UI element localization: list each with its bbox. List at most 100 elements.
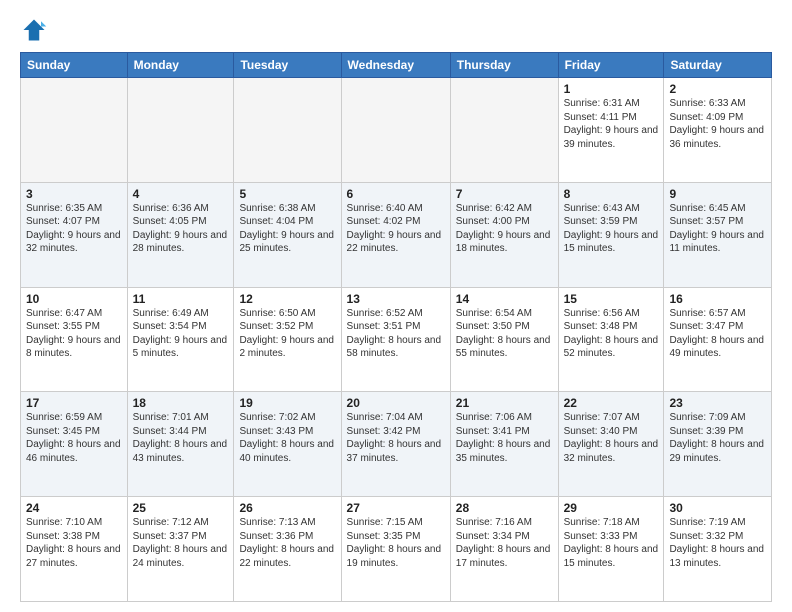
day-number: 28 <box>456 501 553 515</box>
day-detail: Sunrise: 7:07 AM Sunset: 3:40 PM Dayligh… <box>564 411 659 465</box>
day-number: 9 <box>669 187 766 201</box>
calendar-cell: 20Sunrise: 7:04 AM Sunset: 3:42 PM Dayli… <box>341 392 450 497</box>
day-number: 3 <box>26 187 122 201</box>
day-detail: Sunrise: 6:36 AM Sunset: 4:05 PM Dayligh… <box>133 202 229 256</box>
day-number: 6 <box>347 187 445 201</box>
day-detail: Sunrise: 7:19 AM Sunset: 3:32 PM Dayligh… <box>669 516 766 570</box>
calendar-cell: 19Sunrise: 7:02 AM Sunset: 3:43 PM Dayli… <box>234 392 341 497</box>
day-detail: Sunrise: 6:56 AM Sunset: 3:48 PM Dayligh… <box>564 307 659 361</box>
day-number: 14 <box>456 292 553 306</box>
day-number: 15 <box>564 292 659 306</box>
calendar-cell: 4Sunrise: 6:36 AM Sunset: 4:05 PM Daylig… <box>127 182 234 287</box>
day-detail: Sunrise: 7:18 AM Sunset: 3:33 PM Dayligh… <box>564 516 659 570</box>
logo <box>20 16 52 44</box>
day-number: 26 <box>239 501 335 515</box>
day-number: 18 <box>133 396 229 410</box>
day-detail: Sunrise: 7:06 AM Sunset: 3:41 PM Dayligh… <box>456 411 553 465</box>
day-number: 20 <box>347 396 445 410</box>
calendar-cell: 12Sunrise: 6:50 AM Sunset: 3:52 PM Dayli… <box>234 287 341 392</box>
logo-icon <box>20 16 48 44</box>
day-number: 24 <box>26 501 122 515</box>
day-number: 27 <box>347 501 445 515</box>
calendar-cell <box>341 78 450 183</box>
calendar-cell: 5Sunrise: 6:38 AM Sunset: 4:04 PM Daylig… <box>234 182 341 287</box>
calendar-cell: 16Sunrise: 6:57 AM Sunset: 3:47 PM Dayli… <box>664 287 772 392</box>
day-number: 22 <box>564 396 659 410</box>
day-detail: Sunrise: 7:01 AM Sunset: 3:44 PM Dayligh… <box>133 411 229 465</box>
calendar-cell: 29Sunrise: 7:18 AM Sunset: 3:33 PM Dayli… <box>558 497 664 602</box>
calendar-header-row: SundayMondayTuesdayWednesdayThursdayFrid… <box>21 53 772 78</box>
calendar-week-1: 3Sunrise: 6:35 AM Sunset: 4:07 PM Daylig… <box>21 182 772 287</box>
day-number: 21 <box>456 396 553 410</box>
day-number: 12 <box>239 292 335 306</box>
day-detail: Sunrise: 7:16 AM Sunset: 3:34 PM Dayligh… <box>456 516 553 570</box>
calendar-week-0: 1Sunrise: 6:31 AM Sunset: 4:11 PM Daylig… <box>21 78 772 183</box>
day-detail: Sunrise: 6:57 AM Sunset: 3:47 PM Dayligh… <box>669 307 766 361</box>
calendar-cell <box>234 78 341 183</box>
col-header-sunday: Sunday <box>21 53 128 78</box>
day-detail: Sunrise: 6:38 AM Sunset: 4:04 PM Dayligh… <box>239 202 335 256</box>
col-header-tuesday: Tuesday <box>234 53 341 78</box>
day-detail: Sunrise: 6:54 AM Sunset: 3:50 PM Dayligh… <box>456 307 553 361</box>
header <box>20 16 772 44</box>
day-detail: Sunrise: 6:40 AM Sunset: 4:02 PM Dayligh… <box>347 202 445 256</box>
day-detail: Sunrise: 7:04 AM Sunset: 3:42 PM Dayligh… <box>347 411 445 465</box>
calendar-week-4: 24Sunrise: 7:10 AM Sunset: 3:38 PM Dayli… <box>21 497 772 602</box>
calendar-cell: 8Sunrise: 6:43 AM Sunset: 3:59 PM Daylig… <box>558 182 664 287</box>
col-header-thursday: Thursday <box>450 53 558 78</box>
day-number: 17 <box>26 396 122 410</box>
calendar-week-3: 17Sunrise: 6:59 AM Sunset: 3:45 PM Dayli… <box>21 392 772 497</box>
calendar-cell: 27Sunrise: 7:15 AM Sunset: 3:35 PM Dayli… <box>341 497 450 602</box>
day-number: 30 <box>669 501 766 515</box>
day-number: 25 <box>133 501 229 515</box>
calendar-cell: 6Sunrise: 6:40 AM Sunset: 4:02 PM Daylig… <box>341 182 450 287</box>
day-number: 5 <box>239 187 335 201</box>
day-detail: Sunrise: 6:47 AM Sunset: 3:55 PM Dayligh… <box>26 307 122 361</box>
calendar-cell <box>127 78 234 183</box>
calendar-table: SundayMondayTuesdayWednesdayThursdayFrid… <box>20 52 772 602</box>
day-detail: Sunrise: 6:49 AM Sunset: 3:54 PM Dayligh… <box>133 307 229 361</box>
day-detail: Sunrise: 6:33 AM Sunset: 4:09 PM Dayligh… <box>669 97 766 151</box>
col-header-saturday: Saturday <box>664 53 772 78</box>
calendar-cell: 9Sunrise: 6:45 AM Sunset: 3:57 PM Daylig… <box>664 182 772 287</box>
calendar-cell: 7Sunrise: 6:42 AM Sunset: 4:00 PM Daylig… <box>450 182 558 287</box>
day-number: 11 <box>133 292 229 306</box>
day-number: 4 <box>133 187 229 201</box>
day-number: 1 <box>564 82 659 96</box>
day-number: 19 <box>239 396 335 410</box>
day-detail: Sunrise: 7:02 AM Sunset: 3:43 PM Dayligh… <box>239 411 335 465</box>
calendar-cell: 30Sunrise: 7:19 AM Sunset: 3:32 PM Dayli… <box>664 497 772 602</box>
page: SundayMondayTuesdayWednesdayThursdayFrid… <box>0 0 792 612</box>
day-detail: Sunrise: 6:45 AM Sunset: 3:57 PM Dayligh… <box>669 202 766 256</box>
calendar-cell <box>21 78 128 183</box>
calendar-cell: 13Sunrise: 6:52 AM Sunset: 3:51 PM Dayli… <box>341 287 450 392</box>
day-number: 8 <box>564 187 659 201</box>
calendar-cell: 1Sunrise: 6:31 AM Sunset: 4:11 PM Daylig… <box>558 78 664 183</box>
col-header-monday: Monday <box>127 53 234 78</box>
calendar-cell: 11Sunrise: 6:49 AM Sunset: 3:54 PM Dayli… <box>127 287 234 392</box>
day-number: 23 <box>669 396 766 410</box>
col-header-friday: Friday <box>558 53 664 78</box>
day-detail: Sunrise: 6:42 AM Sunset: 4:00 PM Dayligh… <box>456 202 553 256</box>
day-number: 13 <box>347 292 445 306</box>
calendar-cell: 14Sunrise: 6:54 AM Sunset: 3:50 PM Dayli… <box>450 287 558 392</box>
day-detail: Sunrise: 6:52 AM Sunset: 3:51 PM Dayligh… <box>347 307 445 361</box>
calendar-cell: 26Sunrise: 7:13 AM Sunset: 3:36 PM Dayli… <box>234 497 341 602</box>
day-number: 7 <box>456 187 553 201</box>
day-detail: Sunrise: 7:13 AM Sunset: 3:36 PM Dayligh… <box>239 516 335 570</box>
calendar-cell: 17Sunrise: 6:59 AM Sunset: 3:45 PM Dayli… <box>21 392 128 497</box>
col-header-wednesday: Wednesday <box>341 53 450 78</box>
day-detail: Sunrise: 7:10 AM Sunset: 3:38 PM Dayligh… <box>26 516 122 570</box>
calendar-cell: 2Sunrise: 6:33 AM Sunset: 4:09 PM Daylig… <box>664 78 772 183</box>
calendar-cell: 28Sunrise: 7:16 AM Sunset: 3:34 PM Dayli… <box>450 497 558 602</box>
calendar-cell: 21Sunrise: 7:06 AM Sunset: 3:41 PM Dayli… <box>450 392 558 497</box>
calendar-cell: 25Sunrise: 7:12 AM Sunset: 3:37 PM Dayli… <box>127 497 234 602</box>
day-number: 16 <box>669 292 766 306</box>
calendar-cell: 23Sunrise: 7:09 AM Sunset: 3:39 PM Dayli… <box>664 392 772 497</box>
day-detail: Sunrise: 6:50 AM Sunset: 3:52 PM Dayligh… <box>239 307 335 361</box>
calendar-cell: 10Sunrise: 6:47 AM Sunset: 3:55 PM Dayli… <box>21 287 128 392</box>
calendar-cell: 22Sunrise: 7:07 AM Sunset: 3:40 PM Dayli… <box>558 392 664 497</box>
calendar-week-2: 10Sunrise: 6:47 AM Sunset: 3:55 PM Dayli… <box>21 287 772 392</box>
calendar-cell: 18Sunrise: 7:01 AM Sunset: 3:44 PM Dayli… <box>127 392 234 497</box>
calendar-cell: 24Sunrise: 7:10 AM Sunset: 3:38 PM Dayli… <box>21 497 128 602</box>
